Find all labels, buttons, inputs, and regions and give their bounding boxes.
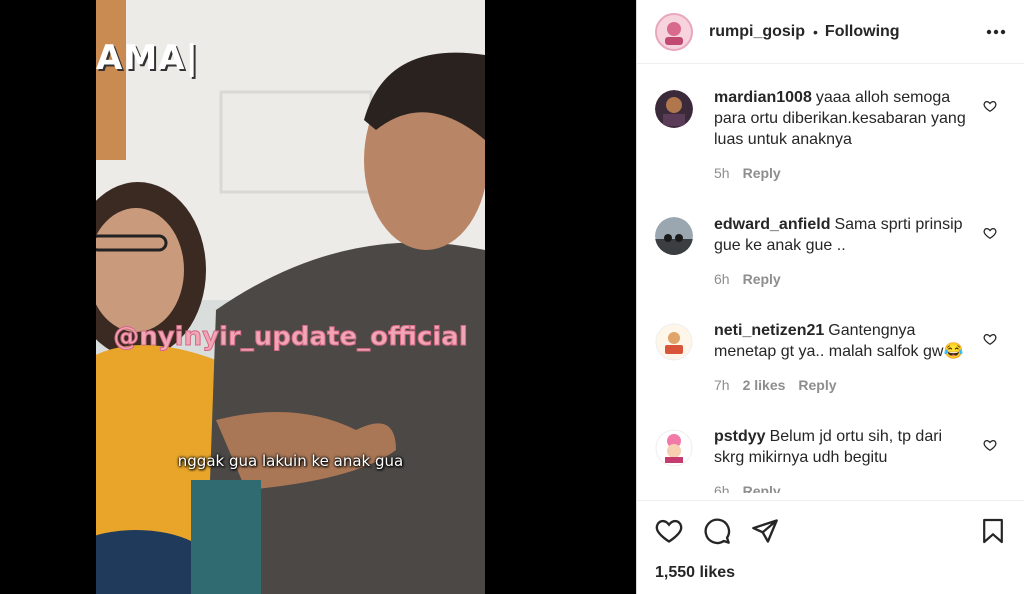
comments-list[interactable]: mardian1008 yaaa alloh semoga para ortu d… — [637, 65, 1024, 493]
comment-reply-button[interactable]: Reply — [743, 165, 781, 181]
comment-avatar[interactable] — [655, 429, 693, 467]
comment-button[interactable] — [703, 517, 731, 545]
comment-reply-button[interactable]: Reply — [743, 483, 781, 493]
save-button[interactable] — [979, 517, 1007, 545]
owner-avatar[interactable] — [655, 12, 693, 51]
like-button[interactable] — [655, 517, 683, 545]
bookmark-icon — [983, 518, 1003, 543]
comment-username[interactable]: edward_anfield — [714, 216, 830, 233]
comment-avatar[interactable] — [655, 90, 693, 128]
owner-username[interactable]: rumpi_gosip — [709, 23, 805, 41]
share-button[interactable] — [751, 517, 779, 545]
post-side-panel: rumpi_gosip • Following mardian1008 yaaa … — [636, 0, 1024, 594]
post-actions-bar — [637, 500, 1024, 560]
share-icon — [752, 518, 778, 543]
comment-avatar[interactable] — [655, 323, 693, 361]
comment-item: mardian1008 yaaa alloh semoga para ortu d… — [655, 87, 1015, 181]
video-subtitle: nggak gua lakuin ke anak gua — [177, 452, 404, 470]
comment-item: pstdyy Belum jd ortu sih, tp dari skrg mi… — [655, 426, 1015, 493]
comment-username[interactable]: pstdyy — [714, 428, 766, 445]
comment-time[interactable]: 6h — [714, 271, 730, 287]
comment-avatar[interactable] — [655, 217, 693, 255]
post-media[interactable]: @nyinyir_update_official nggak gua lakui… — [0, 0, 636, 594]
more-options-button[interactable] — [984, 20, 1008, 44]
video-scene — [96, 0, 485, 594]
comment-item: edward_anfield Sama sprti prinsip gue ke … — [655, 214, 1015, 287]
post-header: rumpi_gosip • Following — [637, 0, 1024, 64]
post-likes-count[interactable]: 1,550 likes — [655, 564, 735, 582]
avatar-image — [655, 429, 693, 467]
video-watermark: @nyinyir_update_official — [113, 322, 469, 353]
video-frame[interactable]: @nyinyir_update_official nggak gua lakui… — [96, 0, 485, 594]
comment-time[interactable]: 7h — [714, 377, 730, 393]
heart-icon[interactable] — [983, 226, 997, 240]
heart-icon — [655, 519, 683, 543]
avatar-image — [655, 90, 693, 128]
avatar-image — [655, 323, 693, 361]
header-separator: • — [813, 23, 818, 40]
comment-time[interactable]: 5h — [714, 165, 730, 181]
heart-icon[interactable] — [983, 99, 997, 113]
comment-reply-button[interactable]: Reply — [743, 271, 781, 287]
heart-icon[interactable] — [983, 438, 997, 452]
comment-likes-count[interactable]: 2 likes — [743, 377, 786, 393]
video-overlay-text: AMA| — [96, 38, 199, 78]
heart-icon[interactable] — [983, 332, 997, 346]
comment-item: neti_netizen21 Gantengnya menetap gt ya..… — [655, 320, 1015, 393]
comment-icon — [704, 517, 731, 544]
comment-username[interactable]: mardian1008 — [714, 89, 812, 106]
comment-time[interactable]: 6h — [714, 483, 730, 493]
more-horizontal-icon — [986, 29, 1006, 34]
following-button[interactable]: Following — [825, 23, 900, 41]
comment-reply-button[interactable]: Reply — [798, 377, 836, 393]
avatar-image — [655, 217, 693, 255]
comment-username[interactable]: neti_netizen21 — [714, 322, 824, 339]
owner-avatar-image — [657, 14, 691, 49]
